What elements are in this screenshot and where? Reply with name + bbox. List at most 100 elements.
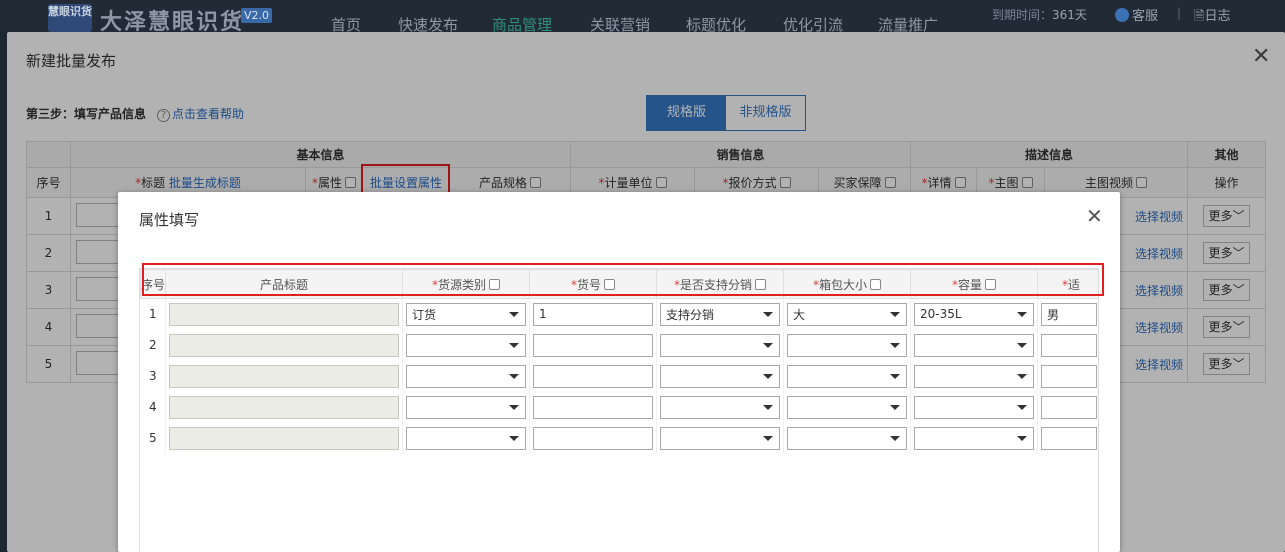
service-link[interactable]: 客服: [1115, 5, 1158, 24]
gender-select[interactable]: [1041, 364, 1098, 388]
select-video-link[interactable]: 选择视频: [1135, 321, 1183, 335]
source-type-select[interactable]: [406, 426, 527, 450]
source-type-select[interactable]: [406, 333, 527, 357]
help-link[interactable]: ? 点击查看帮助: [157, 105, 244, 122]
col-unit-label: 计量单位: [604, 176, 653, 190]
capacity-value: 20-35L: [920, 307, 962, 322]
gender-select[interactable]: 男: [1041, 302, 1098, 326]
group-desc-info: 描述信息: [910, 141, 1188, 168]
close-icon[interactable]: ✕: [1086, 204, 1103, 228]
sku-input[interactable]: [533, 364, 654, 388]
sku-input[interactable]: [533, 333, 654, 357]
main-img-checkbox[interactable]: [1021, 177, 1033, 188]
attribute-grid-viewport[interactable]: 序号 产品标题 *货源类别 *货号 *是否支持分销 *箱包大小 *容量 *适 1…: [139, 268, 1099, 552]
capacity-select[interactable]: [914, 395, 1035, 419]
bag-size-select[interactable]: [787, 333, 908, 357]
distribution-select[interactable]: [660, 364, 781, 388]
distribution-select[interactable]: [660, 333, 781, 357]
caret-down-icon: [890, 435, 901, 441]
source-type-value: 订货: [412, 307, 437, 322]
chevron-down-icon: ﹀: [1232, 283, 1245, 297]
distribution-select[interactable]: [660, 395, 781, 419]
source-type-select[interactable]: [406, 395, 527, 419]
log-link[interactable]: 🗎日志: [1194, 5, 1230, 29]
table-row: 2: [140, 329, 1098, 361]
bag-size-select[interactable]: [787, 426, 908, 450]
capacity-select[interactable]: [914, 426, 1035, 450]
table-row: 1 订货 1 支持分销 大 20-35L 男: [140, 298, 1098, 330]
bag-size-select[interactable]: 大: [787, 302, 908, 326]
select-video-link[interactable]: 选择视频: [1135, 284, 1183, 298]
caret-down-icon: [509, 373, 520, 379]
capacity-select[interactable]: [914, 364, 1035, 388]
batch-title-link[interactable]: 批量生成标题: [169, 176, 241, 190]
video-checkbox[interactable]: [1136, 177, 1147, 188]
attr-checkbox[interactable]: [345, 177, 356, 188]
col-video-label: 主图视频: [1084, 176, 1133, 190]
detail-checkbox[interactable]: [954, 177, 966, 188]
table-row: 4: [140, 391, 1098, 423]
gender-select[interactable]: [1041, 333, 1098, 357]
nav-related-marketing[interactable]: 关联营销: [590, 14, 650, 32]
sku-input[interactable]: 1: [533, 302, 654, 326]
more-dropdown[interactable]: 更多﹀: [1203, 353, 1250, 375]
product-title-field: [169, 333, 400, 357]
source-type-select[interactable]: [406, 364, 527, 388]
distribution-select[interactable]: 支持分销: [660, 302, 781, 326]
attribute-dialog-title: 属性填写: [139, 211, 200, 229]
help-label: 点击查看帮助: [172, 107, 245, 121]
chevron-down-icon: ﹀: [1232, 209, 1245, 223]
dialog-title: 新建批量发布: [26, 52, 117, 70]
nav-title-optimize[interactable]: 标题优化: [686, 14, 746, 32]
caret-down-icon: [1017, 342, 1028, 348]
col-guarantee-label: 买家保障: [833, 176, 882, 190]
nav-home[interactable]: 首页: [331, 14, 361, 32]
nav-traffic-promote[interactable]: 流量推广: [878, 14, 938, 32]
more-label: 更多: [1208, 357, 1233, 371]
gender-select[interactable]: [1041, 426, 1098, 450]
non-spec-edition-button[interactable]: 非规格版: [726, 96, 805, 130]
sku-input[interactable]: [533, 395, 654, 419]
sku-input[interactable]: [533, 426, 654, 450]
nav-traffic-optimize[interactable]: 优化引流: [783, 14, 843, 32]
select-video-link[interactable]: 选择视频: [1135, 358, 1183, 372]
bag-size-select[interactable]: [787, 364, 908, 388]
close-icon[interactable]: ✕: [1252, 44, 1270, 69]
select-video-link[interactable]: 选择视频: [1135, 247, 1183, 261]
col-attr-label: 属性: [317, 176, 342, 190]
select-video-link[interactable]: 选择视频: [1135, 210, 1183, 224]
log-label: 日志: [1204, 9, 1231, 24]
source-type-select[interactable]: 订货: [406, 302, 527, 326]
row-seq: 4: [26, 308, 71, 346]
caret-down-icon: [1017, 404, 1028, 410]
unit-checkbox[interactable]: [655, 177, 667, 188]
row-seq: 3: [26, 271, 71, 309]
bag-size-select[interactable]: [787, 395, 908, 419]
app-brand: 大泽慧眼识货: [100, 10, 245, 32]
spec-edition-button[interactable]: 规格版: [647, 96, 726, 130]
attribute-dialog: 属性填写 ✕ 序号 产品标题 *货源类别 *货号 *是否支持分销 *箱包大小 *…: [118, 192, 1120, 552]
row-seq: 5: [140, 422, 167, 454]
more-dropdown[interactable]: 更多﹀: [1203, 205, 1250, 227]
nav-product-manage[interactable]: 商品管理: [492, 14, 552, 32]
guarantee-checkbox[interactable]: [884, 177, 896, 188]
row-seq: 4: [140, 391, 167, 423]
gender-select[interactable]: [1041, 395, 1098, 419]
quote-checkbox[interactable]: [779, 177, 791, 188]
row-seq: 2: [26, 234, 71, 272]
product-title-field: [169, 364, 400, 388]
capacity-select[interactable]: 20-35L: [914, 302, 1035, 326]
more-dropdown[interactable]: 更多﹀: [1203, 242, 1250, 264]
capacity-select[interactable]: [914, 333, 1035, 357]
spec-checkbox[interactable]: [530, 177, 541, 188]
highlight-attr-header: [142, 263, 1104, 296]
distribution-select[interactable]: [660, 426, 781, 450]
caret-down-icon: [763, 342, 774, 348]
more-dropdown[interactable]: 更多﹀: [1203, 316, 1250, 338]
nav-quick-publish[interactable]: 快速发布: [398, 14, 458, 32]
row-seq: 5: [26, 345, 71, 383]
app-header: 慧眼识货 大泽慧眼识货 V2.0 首页 快速发布 商品管理 关联营销 标题优化 …: [0, 0, 1285, 32]
row-seq: 1: [140, 298, 167, 330]
more-dropdown[interactable]: 更多﹀: [1203, 279, 1250, 301]
caret-down-icon: [763, 404, 774, 410]
